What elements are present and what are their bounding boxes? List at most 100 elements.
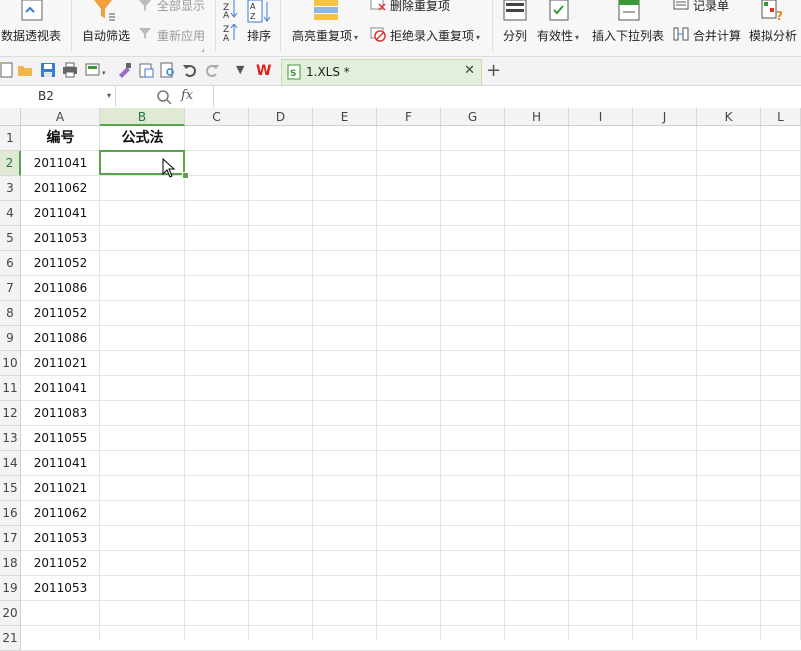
table-cell[interactable]: 2011021 — [21, 476, 100, 500]
new-file-icon[interactable] — [0, 62, 14, 78]
row-header[interactable]: 13 — [0, 426, 21, 451]
column-header[interactable]: F — [377, 108, 441, 126]
pivot-table-icon[interactable] — [20, 0, 44, 22]
table-cell[interactable]: 2011041 — [21, 451, 100, 475]
spreadsheet-grid[interactable]: A B C D E F G H I J K L 1 2 3 4 5 6 7 8 9 10 11 12 13 14 15 16 17 18 1… — [0, 108, 801, 651]
table-cell[interactable]: 2011041 — [21, 376, 100, 400]
undo-icon[interactable] — [182, 62, 198, 78]
row-header[interactable]: 3 — [0, 176, 21, 201]
column-header[interactable]: C — [185, 108, 249, 126]
name-box[interactable]: B2 ▾ — [0, 86, 116, 107]
auto-filter-button[interactable]: 自动筛选 — [82, 27, 130, 44]
show-all-icon[interactable] — [138, 0, 152, 12]
pivot-table-button[interactable]: 数据透视表 — [1, 27, 61, 44]
reject-duplicates-icon[interactable] — [370, 26, 386, 42]
table-cell[interactable]: 2011055 — [21, 426, 100, 450]
row-header[interactable]: 5 — [0, 226, 21, 251]
table-cell[interactable]: 2011053 — [21, 576, 100, 600]
row-header[interactable]: 6 — [0, 251, 21, 276]
dropdown-arrow-icon[interactable]: ▾ — [102, 69, 106, 77]
row-header[interactable]: 8 — [0, 301, 21, 326]
show-all-button[interactable]: 全部显示 — [157, 0, 205, 14]
save-icon[interactable] — [40, 62, 56, 78]
column-header[interactable]: D — [249, 108, 313, 126]
dialog-launcher-icon[interactable]: ⌟ — [201, 44, 205, 53]
delete-duplicates-button[interactable]: 删除重复项 — [390, 0, 450, 14]
zoom-search-icon[interactable] — [156, 89, 172, 105]
column-header[interactable]: K — [697, 108, 761, 126]
fx-button[interactable]: fx — [181, 88, 193, 103]
row-header[interactable]: 2 — [0, 151, 21, 176]
table-cell[interactable]: 2011041 — [21, 201, 100, 225]
header-cell-id[interactable]: 编号 — [21, 126, 100, 150]
reject-duplicates-button[interactable]: 拒绝录入重复项 ▾ — [390, 27, 480, 44]
column-header[interactable]: J — [633, 108, 697, 126]
sort-descending-icon[interactable]: ZA — [222, 24, 240, 42]
record-sheet-icon[interactable] — [673, 0, 689, 11]
table-cell[interactable]: 2011086 — [21, 276, 100, 300]
sort-ascending-icon[interactable]: ZA — [222, 0, 240, 18]
wps-logo-icon[interactable]: W — [256, 62, 272, 78]
header-cell-formula[interactable]: 公式法 — [100, 126, 185, 150]
row-header[interactable]: 21 — [0, 626, 21, 651]
name-box-dropdown-icon[interactable]: ▾ — [107, 91, 111, 100]
insert-dropdown-list-button[interactable]: 插入下拉列表 — [592, 27, 664, 44]
validity-icon[interactable] — [548, 0, 570, 22]
table-cell[interactable]: 2011086 — [21, 326, 100, 350]
row-header[interactable]: 7 — [0, 276, 21, 301]
table-cell[interactable]: 2011062 — [21, 501, 100, 525]
fill-handle[interactable] — [182, 172, 189, 179]
delete-duplicates-icon[interactable] — [370, 0, 386, 12]
merge-calc-icon[interactable] — [673, 26, 689, 42]
record-sheet-button[interactable]: 记录单 — [693, 0, 729, 14]
simulation-analysis-icon[interactable]: ? — [761, 0, 785, 22]
find-icon[interactable] — [160, 62, 176, 78]
reapply-button[interactable]: 重新应用 — [157, 27, 205, 44]
row-header[interactable]: 18 — [0, 551, 21, 576]
validity-button[interactable]: 有效性 ▾ — [537, 27, 579, 44]
select-all-corner[interactable] — [0, 108, 21, 126]
table-cell[interactable]: 2011053 — [21, 226, 100, 250]
row-header[interactable]: 12 — [0, 401, 21, 426]
close-tab-icon[interactable]: ✕ — [464, 63, 475, 78]
row-header[interactable]: 14 — [0, 451, 21, 476]
filter-icon[interactable] — [92, 0, 116, 22]
merge-calc-button[interactable]: 合并计算 — [693, 27, 741, 44]
formula-input[interactable] — [216, 86, 801, 107]
paste-icon[interactable] — [138, 62, 154, 78]
column-header[interactable]: L — [761, 108, 801, 126]
print-icon[interactable] — [62, 62, 78, 78]
insert-dropdown-list-icon[interactable] — [618, 0, 640, 22]
row-header[interactable]: 16 — [0, 501, 21, 526]
table-cell[interactable]: 2011052 — [21, 551, 100, 575]
highlight-duplicates-button[interactable]: 高亮重复项 ▾ — [292, 27, 358, 44]
table-cell[interactable]: 2011052 — [21, 251, 100, 275]
customize-toolbar-icon[interactable]: ▼ — [236, 63, 244, 76]
print-preview-icon[interactable] — [85, 62, 101, 78]
reapply-icon[interactable] — [138, 27, 152, 41]
row-header[interactable]: 19 — [0, 576, 21, 601]
column-header[interactable]: E — [313, 108, 377, 126]
column-header[interactable]: G — [441, 108, 505, 126]
row-header[interactable]: 15 — [0, 476, 21, 501]
table-cell[interactable]: 2011052 — [21, 301, 100, 325]
table-cell[interactable]: 2011083 — [21, 401, 100, 425]
highlight-duplicates-icon[interactable] — [313, 0, 339, 22]
sort-button[interactable]: 排序 — [247, 27, 271, 44]
document-tab[interactable]: S 1.XLS * ✕ — [281, 59, 482, 85]
open-folder-icon[interactable] — [17, 62, 33, 78]
simulation-analysis-button[interactable]: 模拟分析 — [749, 27, 797, 44]
sort-icon[interactable]: AZ — [247, 0, 271, 24]
row-header[interactable]: 4 — [0, 201, 21, 226]
row-header[interactable]: 17 — [0, 526, 21, 551]
column-header[interactable]: A — [21, 108, 100, 126]
row-header[interactable]: 9 — [0, 326, 21, 351]
row-header[interactable]: 1 — [0, 126, 21, 151]
row-header[interactable]: 11 — [0, 376, 21, 401]
row-header[interactable]: 20 — [0, 601, 21, 626]
column-header[interactable]: H — [505, 108, 569, 126]
table-cell[interactable]: 2011062 — [21, 176, 100, 200]
table-cell[interactable]: 2011021 — [21, 351, 100, 375]
column-header[interactable]: B — [100, 108, 185, 126]
table-cell[interactable]: 2011053 — [21, 526, 100, 550]
